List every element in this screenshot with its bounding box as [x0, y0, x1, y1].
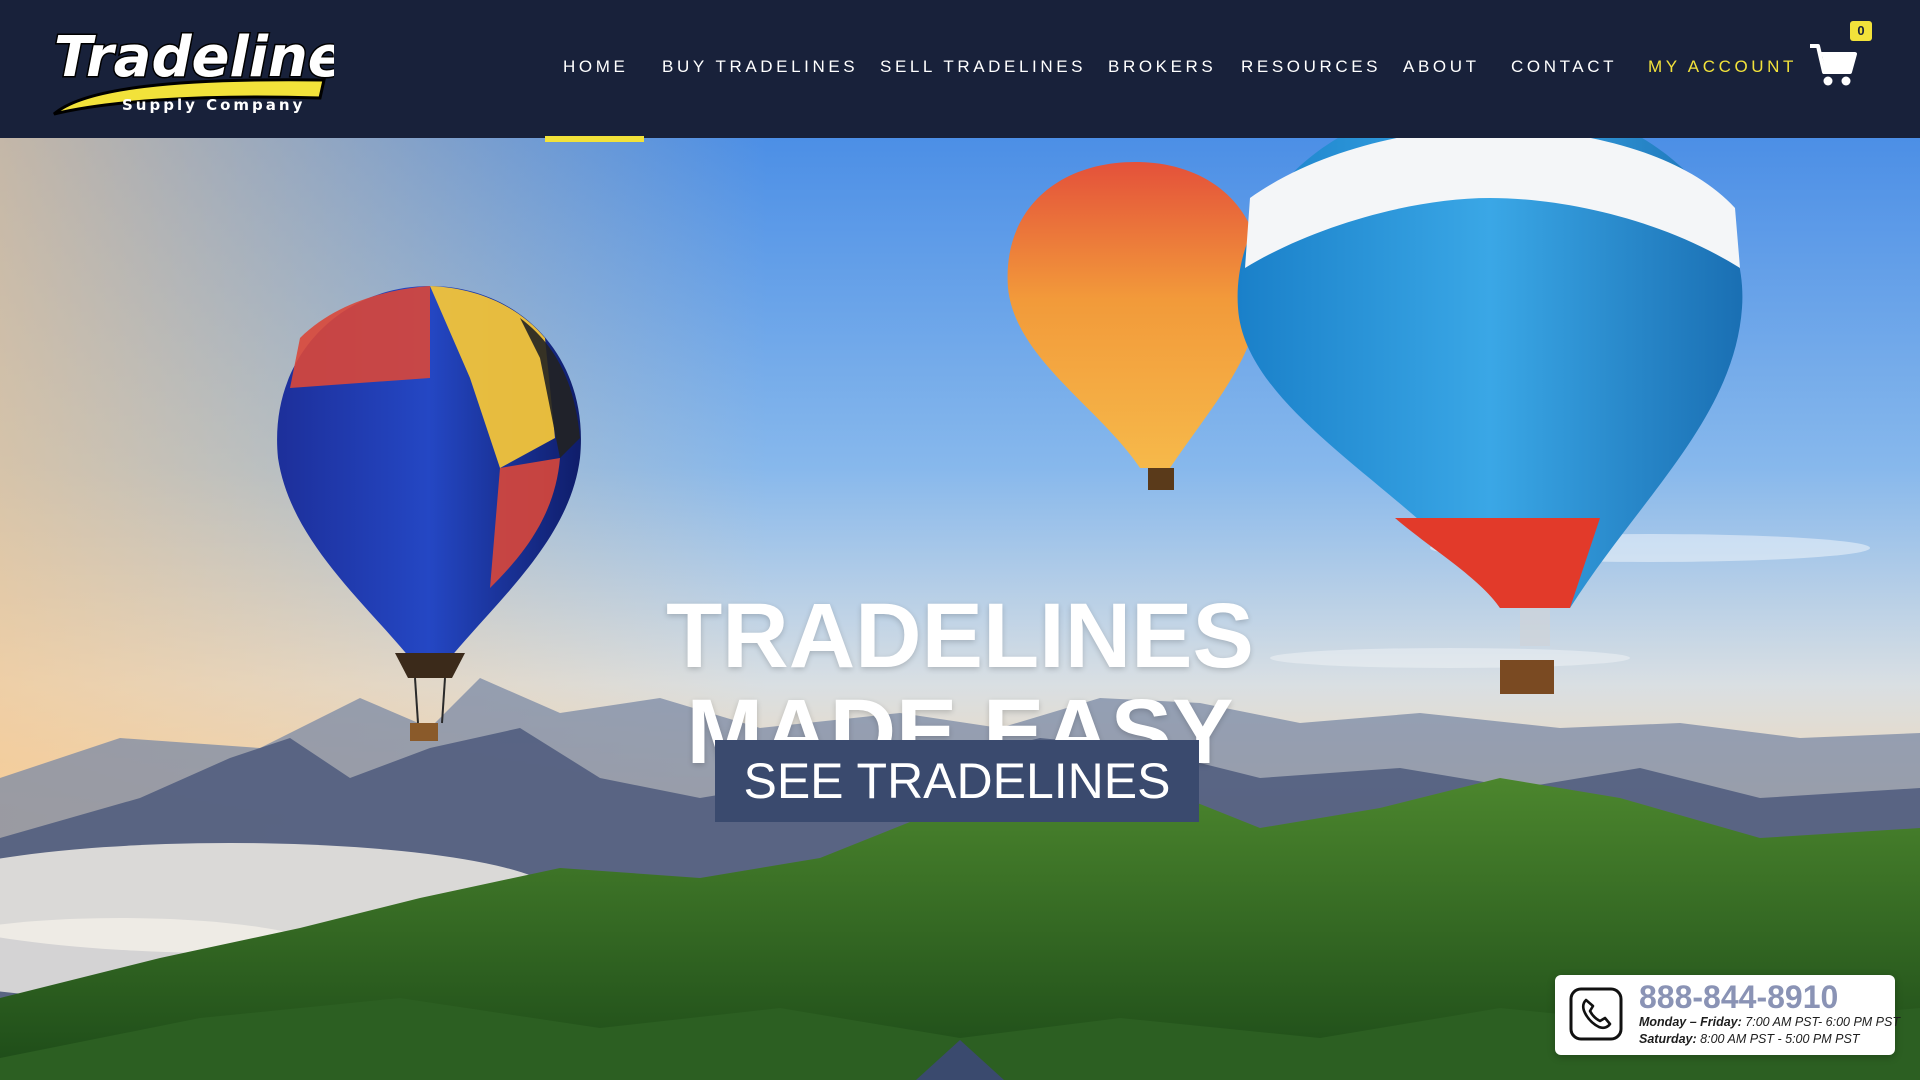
site-header: Tradeline Supply Company HOME BUY TRADEL… — [0, 0, 1920, 138]
cart-count-badge: 0 — [1850, 21, 1872, 41]
saturday-label: Saturday: — [1639, 1032, 1697, 1046]
nav-brokers[interactable]: BROKERS — [1108, 57, 1216, 77]
brand-logo[interactable]: Tradeline Supply Company — [44, 18, 334, 120]
logo-tagline: Supply Company — [122, 96, 305, 114]
scroll-down-indicator[interactable] — [916, 1040, 1004, 1080]
hero-headline-line1: TRADELINES — [666, 584, 1254, 687]
nav-resources[interactable]: RESOURCES — [1241, 57, 1381, 77]
nav-my-account[interactable]: MY ACCOUNT — [1648, 57, 1797, 77]
active-nav-indicator — [545, 136, 644, 142]
nav-home[interactable]: HOME — [563, 57, 628, 77]
hero-section: TRADELINES MADE EASY SEE TRADELINES — [0, 138, 1920, 1080]
nav-about[interactable]: ABOUT — [1403, 57, 1480, 77]
see-tradelines-button[interactable]: SEE TRADELINES — [715, 740, 1199, 822]
logo-graphic: Tradeline Supply Company — [53, 24, 334, 116]
nav-sell-tradelines[interactable]: SELL TRADELINES — [880, 57, 1086, 77]
saturday-hours-value: 8:00 AM PST - 5:00 PM PST — [1700, 1032, 1860, 1046]
weekday-hours-value: 7:00 AM PST- 6:00 PM PST — [1745, 1015, 1900, 1029]
nav-contact[interactable]: CONTACT — [1511, 57, 1617, 77]
phone-number[interactable]: 888-844-8910 — [1639, 979, 1838, 1016]
shopping-cart-icon[interactable] — [1808, 42, 1858, 88]
saturday-hours: Saturday: 8:00 AM PST - 5:00 PM PST — [1639, 1032, 1859, 1046]
contact-phone-widget[interactable]: 888-844-8910 Monday – Friday: 7:00 AM PS… — [1555, 975, 1900, 1055]
weekday-hours: Monday – Friday: 7:00 AM PST- 6:00 PM PS… — [1639, 1015, 1900, 1029]
phone-icon — [1569, 987, 1623, 1041]
weekday-label: Monday – Friday: — [1639, 1015, 1742, 1029]
logo-wordmark: Tradeline — [54, 25, 334, 90]
nav-buy-tradelines[interactable]: BUY TRADELINES — [662, 57, 858, 77]
